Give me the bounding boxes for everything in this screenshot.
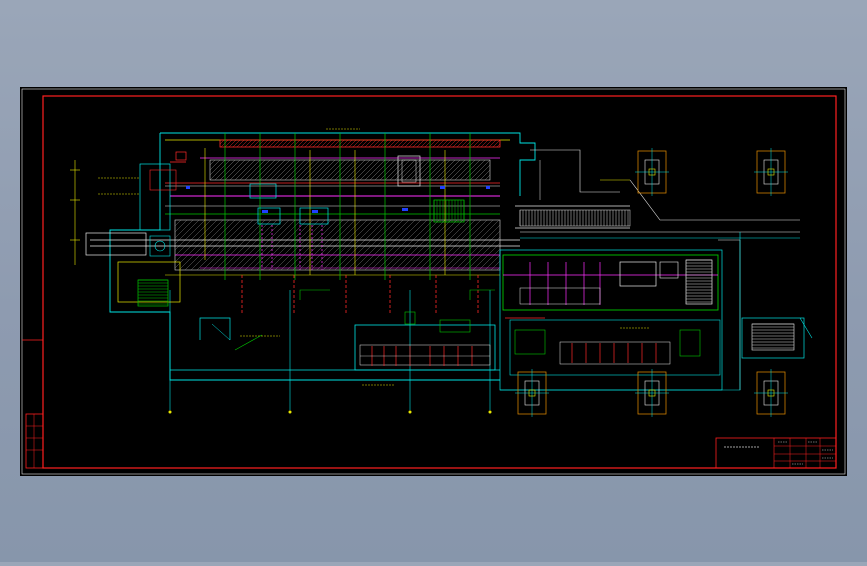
cad-viewport[interactable]	[0, 0, 867, 562]
cad-drawing-canvas[interactable]	[0, 0, 867, 562]
drawing-sheet	[20, 87, 847, 476]
